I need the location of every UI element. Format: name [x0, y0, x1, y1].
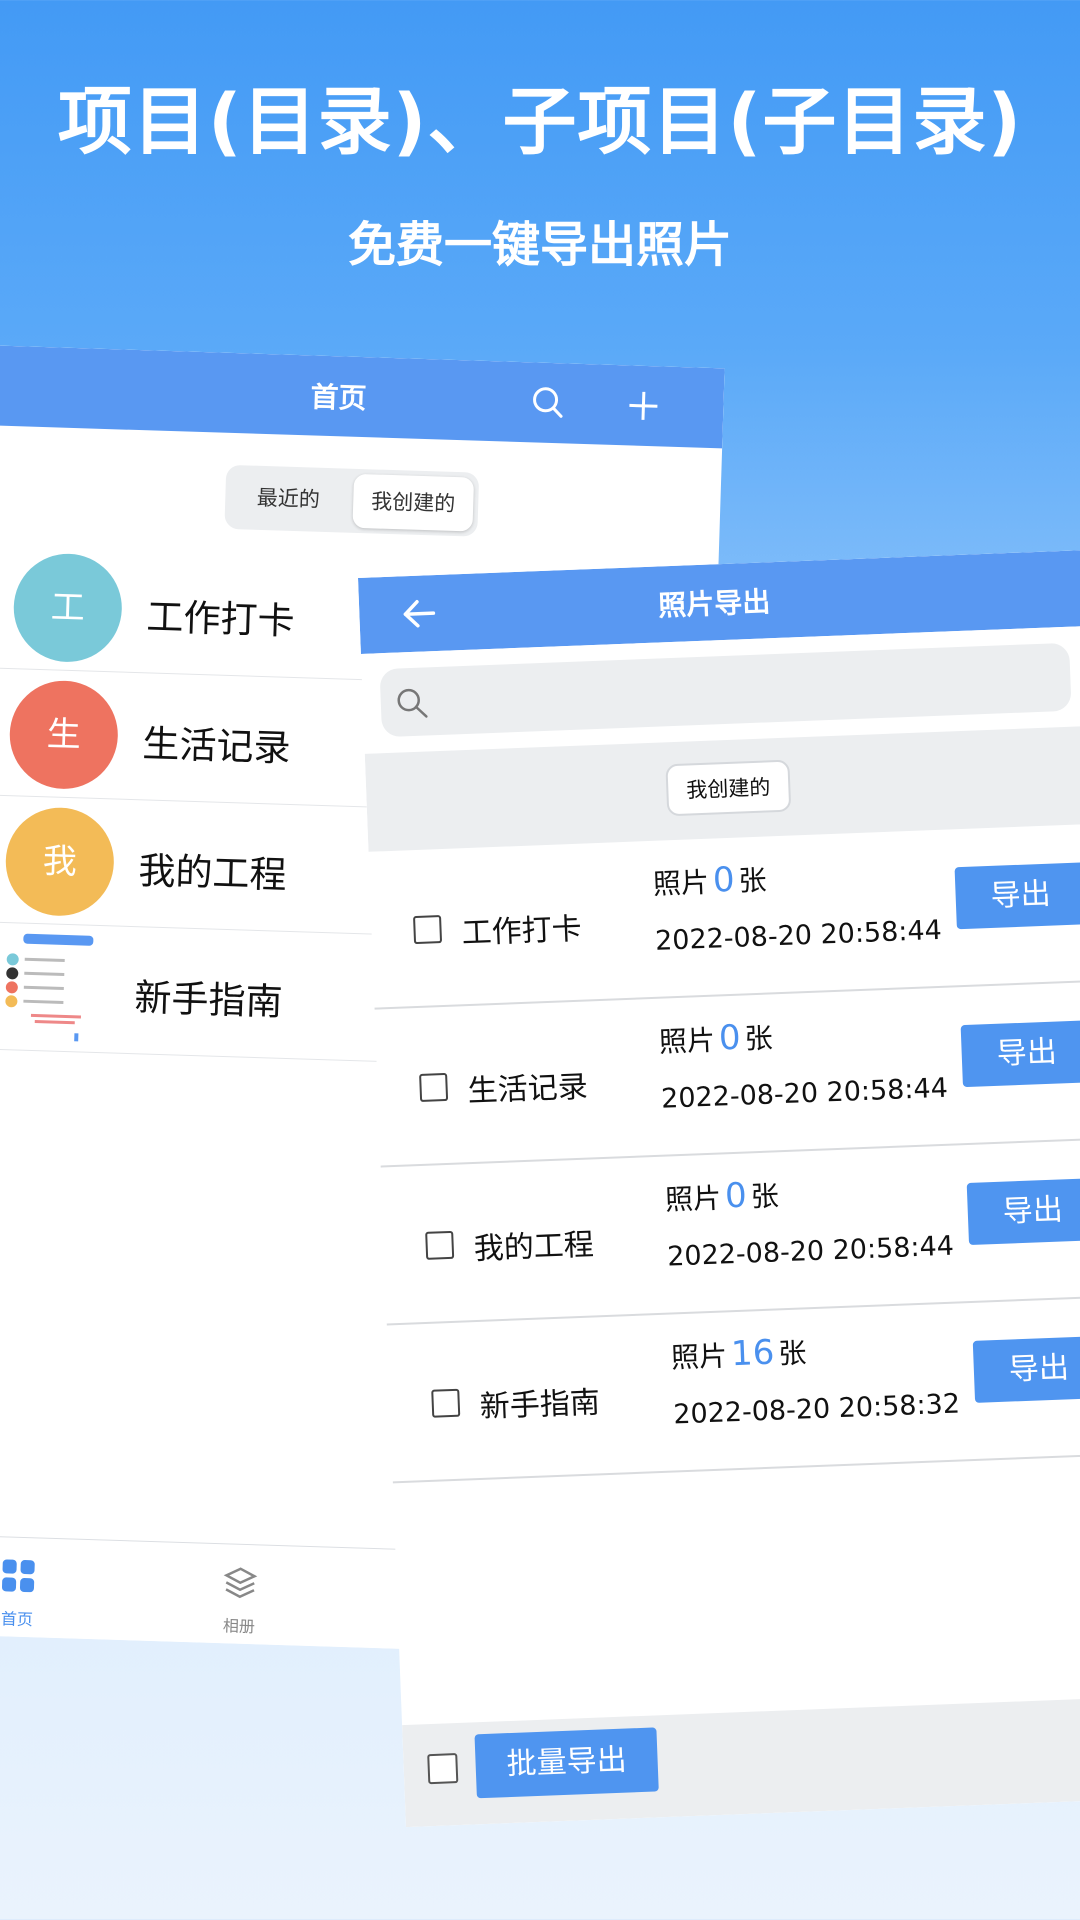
export-title: 照片导出 [657, 585, 771, 623]
table-row: 生活记录 照片0张 2022-08-20 20:58:44 导出 [374, 978, 1080, 1168]
tab-label: 首页 [0, 1609, 34, 1630]
row-checkbox[interactable] [419, 1072, 449, 1102]
home-title: 首页 [309, 380, 368, 416]
promo-subline: 免费一键导出照片 [347, 217, 732, 273]
home-nav-bar: 首页 [0, 345, 725, 449]
filter-created[interactable]: 我创建的 [665, 759, 792, 817]
export-screen: 照片导出 我创建的 工作打卡 照片0张 2022-08-20 20:58:44 … [358, 547, 1080, 1828]
tab-label: 相册 [222, 1616, 256, 1637]
promo-headline: 项目(目录)、子项目(子目录) [57, 79, 1023, 165]
layers-icon [223, 1567, 258, 1599]
select-all-checkbox[interactable] [427, 1753, 459, 1785]
row-checkbox[interactable] [431, 1388, 461, 1418]
photo-count: 照片0张 [664, 1175, 780, 1217]
table-row: 工作打卡 照片0张 2022-08-20 20:58:44 导出 [368, 821, 1080, 1010]
export-list: 工作打卡 照片0张 2022-08-20 20:58:44 导出 生活记录 照片… [368, 821, 1080, 1484]
guide-thumbnail [0, 931, 112, 1047]
export-button[interactable]: 导出 [966, 1178, 1080, 1246]
row-checkbox[interactable] [413, 915, 443, 945]
photo-count: 照片16张 [670, 1332, 808, 1375]
export-button[interactable]: 导出 [954, 862, 1080, 930]
photo-count: 照片0张 [658, 1017, 774, 1059]
segment-control: 最近的 我创建的 [224, 464, 480, 537]
row-checkbox[interactable] [425, 1230, 455, 1260]
row-name: 我的工程 [473, 1227, 595, 1268]
segment-recent[interactable]: 最近的 [224, 465, 352, 533]
grid-icon [1, 1559, 35, 1593]
project-name: 我的工程 [137, 849, 288, 897]
search-icon [394, 685, 429, 720]
project-name: 工作打卡 [145, 595, 296, 644]
row-name: 生活记录 [467, 1069, 589, 1110]
table-row: 新手指南 照片16张 2022-08-20 20:58:32 导出 [386, 1294, 1080, 1484]
row-date: 2022-08-20 20:58:32 [672, 1388, 961, 1431]
search-icon[interactable] [526, 380, 571, 425]
segment-created[interactable]: 我创建的 [352, 473, 475, 532]
avatar: 工 [12, 552, 124, 664]
row-date: 2022-08-20 20:58:44 [660, 1072, 949, 1115]
avatar: 我 [4, 806, 116, 918]
tab-album[interactable]: 相册 [194, 1563, 286, 1638]
bulk-export-button[interactable]: 批量导出 [474, 1727, 659, 1799]
row-name: 工作打卡 [461, 911, 583, 952]
project-name: 新手指南 [133, 976, 284, 1024]
search-input[interactable] [379, 642, 1072, 738]
photo-count: 照片0张 [652, 859, 768, 901]
export-button[interactable]: 导出 [960, 1020, 1080, 1088]
export-button[interactable]: 导出 [972, 1335, 1080, 1403]
avatar: 生 [8, 679, 120, 791]
bulk-export-bar: 批量导出 [402, 1694, 1080, 1828]
row-name: 新手指南 [479, 1385, 601, 1425]
plus-icon[interactable] [621, 383, 666, 428]
project-name: 生活记录 [141, 722, 292, 770]
row-date: 2022-08-20 20:58:44 [666, 1230, 955, 1273]
table-row: 我的工程 照片0张 2022-08-20 20:58:44 导出 [380, 1136, 1080, 1326]
tab-home[interactable]: 首页 [0, 1556, 64, 1631]
row-date: 2022-08-20 20:58:44 [654, 914, 943, 957]
